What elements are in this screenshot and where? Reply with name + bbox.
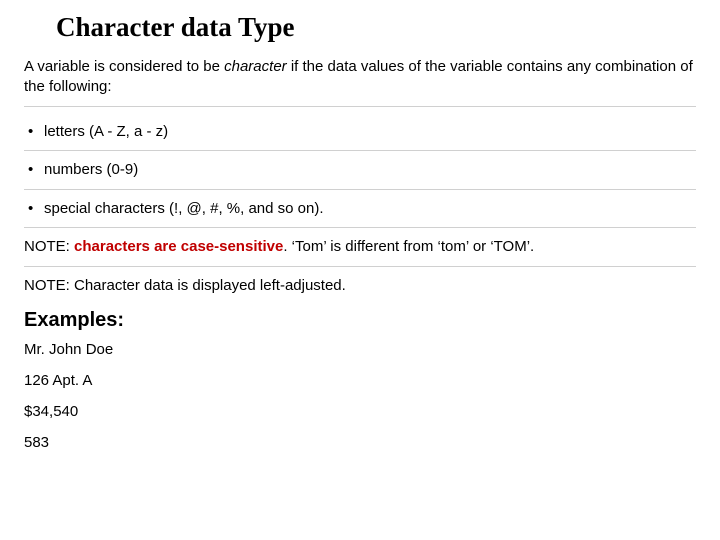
bullet-text: letters (A - Z, a - z): [44, 123, 168, 140]
example-item: 583: [24, 427, 696, 458]
bullet-text: special characters (!, @, #, %, and so o…: [44, 200, 324, 217]
bullet-text: numbers (0-9): [44, 161, 138, 178]
list-item: letters (A - Z, a - z): [24, 113, 696, 152]
note-case-sensitive: NOTE: characters are case-sensitive. ‘To…: [24, 228, 696, 267]
slide-title: Character data Type: [56, 12, 696, 43]
note-left-adjusted: NOTE: Character data is displayed left-a…: [24, 267, 696, 302]
example-item: 126 Apt. A: [24, 365, 696, 396]
list-item: special characters (!, @, #, %, and so o…: [24, 190, 696, 229]
note-label: NOTE:: [24, 238, 74, 255]
list-item: numbers (0-9): [24, 151, 696, 190]
note-rest: . ‘Tom’ is different from ‘tom’ or ‘TOM’…: [283, 238, 534, 255]
examples-heading: Examples:: [24, 303, 696, 334]
example-item: Mr. John Doe: [24, 334, 696, 365]
intro-keyword: character: [224, 58, 287, 75]
bullet-list: letters (A - Z, a - z) numbers (0-9) spe…: [24, 113, 696, 229]
example-item: $34,540: [24, 396, 696, 427]
intro-prefix: A variable is considered to be: [24, 58, 224, 75]
note-highlight: characters are case-sensitive: [74, 238, 283, 255]
intro-paragraph: A variable is considered to be character…: [24, 57, 696, 107]
slide-content: Character data Type A variable is consid…: [0, 0, 720, 458]
